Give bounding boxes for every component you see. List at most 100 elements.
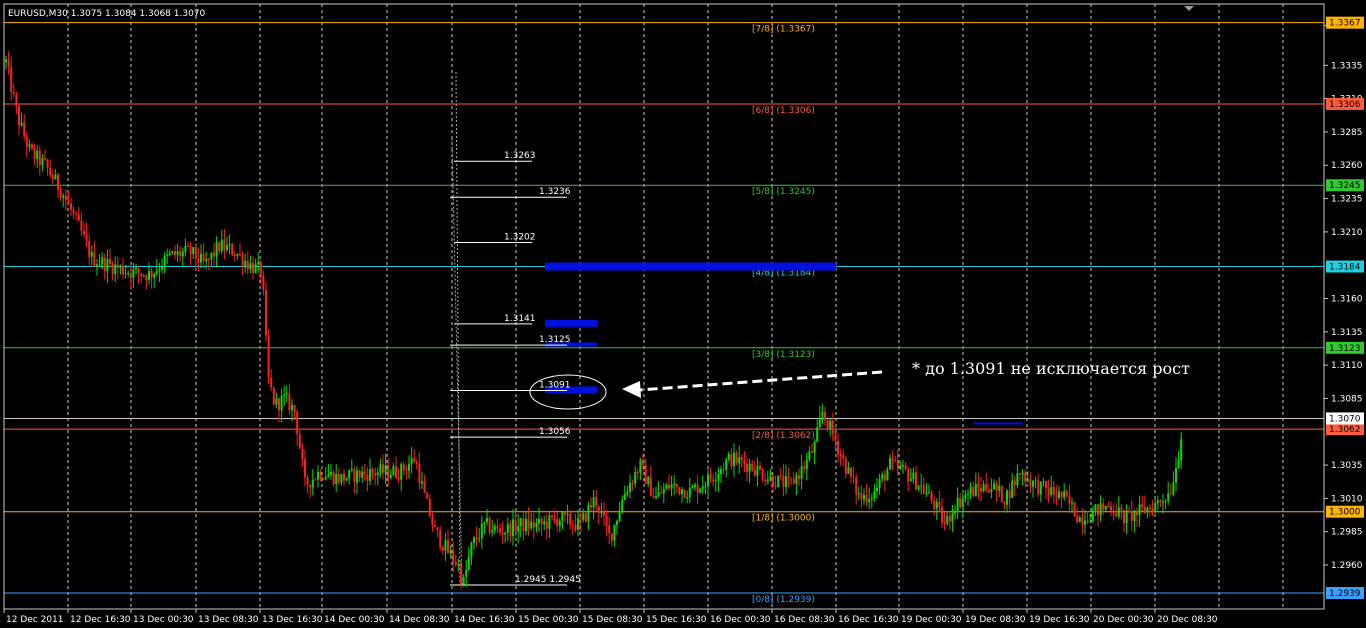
candle-body xyxy=(46,159,49,168)
candle-body xyxy=(239,254,241,256)
candle-body xyxy=(462,576,465,585)
candle-body xyxy=(1167,493,1170,501)
candle-body xyxy=(878,478,881,488)
candle-body xyxy=(701,486,704,489)
candle-body xyxy=(171,251,174,254)
candle-body xyxy=(946,516,949,524)
candle-body xyxy=(803,466,806,469)
candle-body xyxy=(883,474,886,481)
candle-body xyxy=(278,398,280,411)
candle-body xyxy=(891,458,894,461)
candle-body xyxy=(751,463,754,470)
candle-body xyxy=(543,521,546,525)
murrey-price-tag-text: 1.3306 xyxy=(1329,100,1361,110)
candle-body xyxy=(270,377,273,388)
y-tick-label: 1.3335 xyxy=(1331,61,1363,71)
candle-body xyxy=(343,473,345,481)
y-tick-label: 1.3235 xyxy=(1331,195,1363,205)
candle-body xyxy=(1058,491,1060,498)
candle-body xyxy=(865,495,868,503)
candle-body xyxy=(985,484,988,490)
x-tick-label: 13 Dec 08:30 xyxy=(198,615,259,625)
candle-body xyxy=(244,260,247,266)
candle-body xyxy=(920,485,923,487)
candle-body xyxy=(688,487,691,498)
x-tick-label: 20 Dec 00:30 xyxy=(1093,615,1154,625)
candle-body xyxy=(816,427,819,442)
candle-body xyxy=(798,475,800,479)
candle-body xyxy=(1110,506,1112,511)
candle-body xyxy=(236,254,239,256)
x-tick-label: 20 Dec 08:30 xyxy=(1157,615,1218,625)
candle-body xyxy=(660,492,663,494)
candle-body xyxy=(699,488,702,493)
candle-body xyxy=(1104,505,1107,510)
candle-body xyxy=(655,496,657,498)
candle-body xyxy=(184,245,187,252)
candle-body xyxy=(519,518,522,526)
candle-body xyxy=(231,244,234,256)
candle-body xyxy=(956,497,959,513)
candle-body xyxy=(746,464,748,472)
y-tick-label: 1.2985 xyxy=(1331,528,1363,538)
candle-body xyxy=(467,557,470,570)
candle-body xyxy=(1091,510,1094,522)
candle-body xyxy=(161,267,163,270)
candle-body xyxy=(486,517,488,523)
x-tick-label: 15 Dec 00:30 xyxy=(518,615,579,625)
candle-body xyxy=(319,472,322,479)
murrey-level-label: [1/8] (1.3000) xyxy=(752,514,815,524)
candle-body xyxy=(613,524,616,541)
candle-body xyxy=(1060,491,1063,498)
candle-body xyxy=(837,440,839,455)
candle-body xyxy=(548,515,551,529)
candle-body xyxy=(587,505,590,522)
candle-body xyxy=(434,525,436,528)
candle-body xyxy=(558,520,561,526)
candle-body xyxy=(426,492,429,499)
candle-body xyxy=(98,264,101,266)
candle-body xyxy=(1112,510,1115,514)
candle-body xyxy=(301,448,304,460)
candle-body xyxy=(415,462,418,465)
candle-body xyxy=(470,542,473,558)
candle-body xyxy=(1024,472,1027,482)
candle-body xyxy=(285,393,288,395)
candle-body xyxy=(673,484,676,486)
candle-body xyxy=(1071,502,1073,504)
candle-body xyxy=(696,484,699,493)
candle-body xyxy=(993,483,995,490)
candle-body xyxy=(1021,472,1024,475)
candle-body xyxy=(1094,504,1097,511)
candle-body xyxy=(912,472,915,479)
candle-body xyxy=(314,479,317,481)
candle-body xyxy=(863,495,865,500)
support-resistance-zone xyxy=(545,262,836,271)
candle-body xyxy=(720,469,722,474)
candle-body xyxy=(725,459,728,470)
candle-body xyxy=(1162,501,1164,503)
candle-body xyxy=(405,470,408,472)
candle-body xyxy=(1029,479,1032,487)
candle-body xyxy=(844,458,847,475)
candle-body xyxy=(800,466,803,479)
candle-body xyxy=(103,257,106,272)
candle-body xyxy=(44,157,46,160)
candle-body xyxy=(813,441,816,453)
candle-body xyxy=(748,463,751,472)
candle-body xyxy=(77,214,80,221)
candle-body xyxy=(982,484,985,492)
candle-body xyxy=(538,518,540,524)
candle-body xyxy=(1120,507,1123,510)
murrey-level-label: [0/8] (1.2939) xyxy=(752,595,815,605)
candle-body xyxy=(634,472,637,484)
candle-body xyxy=(1123,509,1125,524)
y-tick-label: 1.3085 xyxy=(1331,394,1363,404)
candle-body xyxy=(1115,513,1118,517)
candle-body xyxy=(569,513,572,525)
price-chart[interactable]: [7/8] (1.3367) [6/8] (1.3306) [5/8] (1.324… xyxy=(0,0,1366,628)
candle-body xyxy=(896,460,899,468)
candle-body xyxy=(491,530,494,533)
murrey-price-tag-text: 1.3184 xyxy=(1329,263,1361,273)
candle-body xyxy=(332,472,335,485)
